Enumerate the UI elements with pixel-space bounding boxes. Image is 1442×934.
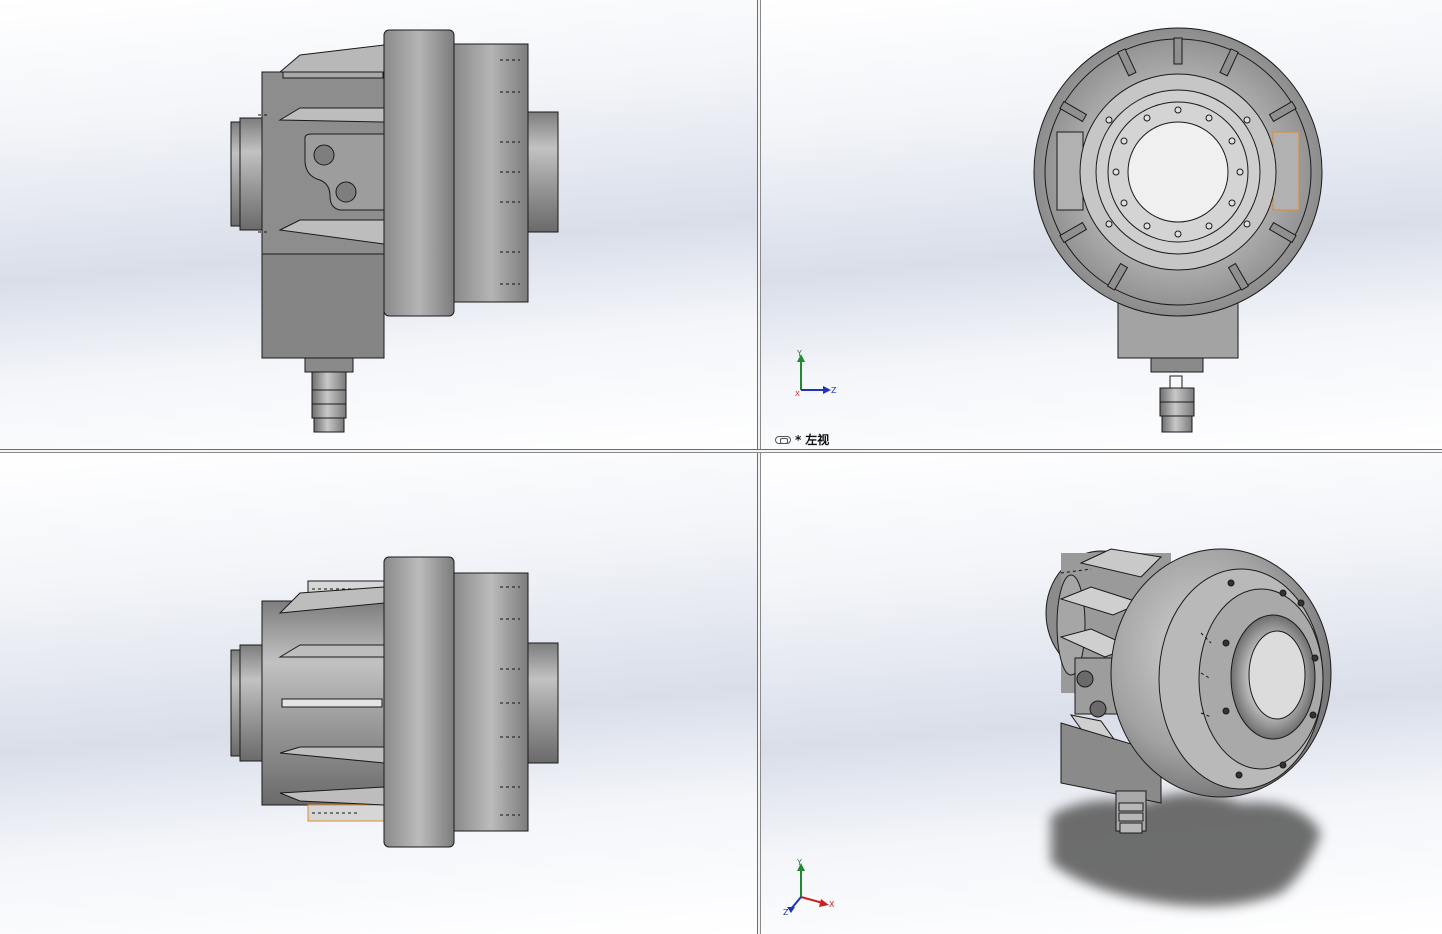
axis-triad-iso: Y X Z [783, 858, 835, 917]
svg-text:X: X [795, 390, 800, 398]
axis-triad: Y Z X [795, 349, 837, 398]
svg-text:Z: Z [831, 386, 837, 395]
cad-window: Y Z X * 左视 Y X Z [0, 0, 1442, 934]
viewport-top[interactable] [0, 453, 757, 934]
front-view-model [230, 29, 559, 433]
chain-link-icon [775, 435, 791, 444]
viewport-front[interactable] [0, 0, 757, 449]
viewport-splitter-horizontal[interactable] [0, 449, 1442, 453]
svg-text:Y: Y [796, 349, 802, 358]
view-name-label: * 左视 [775, 431, 829, 448]
ground-shadow [1051, 793, 1321, 907]
top-view-model [230, 556, 559, 848]
view-name-text: 左视 [805, 433, 830, 447]
viewport-left[interactable]: Y Z X * 左视 [761, 0, 1442, 449]
svg-text:Z: Z [783, 908, 789, 917]
svg-text:Y: Y [796, 858, 802, 867]
view-name-prefix: * [795, 432, 802, 447]
svg-text:X: X [829, 900, 835, 909]
viewport-isometric[interactable]: Y X Z [761, 453, 1442, 934]
viewport-splitter-vertical[interactable] [757, 0, 761, 934]
isometric-view-model [1045, 548, 1332, 907]
left-view-model [1033, 27, 1323, 433]
